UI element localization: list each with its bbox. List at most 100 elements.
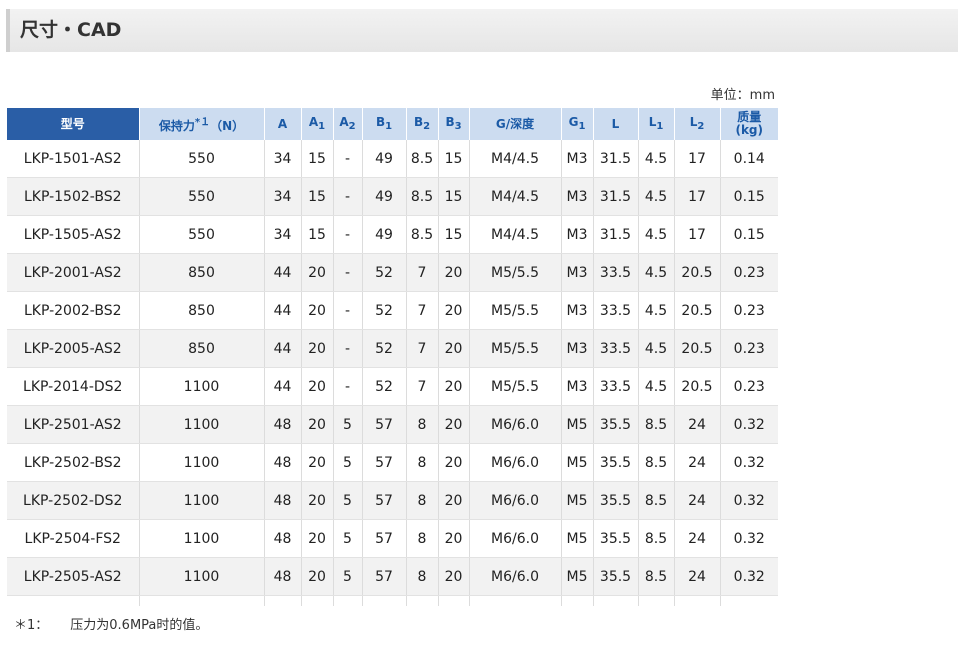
cell-g1: M3: [561, 140, 594, 178]
cell-l2: 20.5: [674, 253, 721, 292]
cell-mass: 0.23: [720, 329, 778, 368]
section-header: 尺寸・CAD: [6, 9, 958, 52]
cell-b1: 57: [362, 519, 407, 558]
cell-l: 35.5: [593, 443, 639, 482]
table-row: LKP-2504-FS2 1100 48 20 5 57 8 20 M6/6.0 M5 35.5 8.…: [7, 519, 778, 558]
cell-b1: 52: [362, 291, 407, 330]
cell-b2: 8: [406, 557, 439, 596]
cell-a1: 20: [301, 519, 334, 558]
cell-model: LKP-2502-DS2: [7, 481, 140, 520]
cell-l1: 4.5: [638, 140, 675, 178]
cell-g1: M5: [561, 519, 594, 558]
cell-holding-force: 1100: [139, 519, 265, 558]
cell-b2: 8.5: [406, 140, 439, 178]
cell-l2: 24: [674, 405, 721, 444]
cell-b1: 52: [362, 253, 407, 292]
cell-a1: 20: [301, 329, 334, 368]
table-row: LKP-1501-AS2 550 34 15-49 8.5 15 M4/4.5 M3 31.5 4…: [7, 140, 778, 178]
cell-a: 48: [264, 519, 302, 558]
cell-b3: 20: [438, 367, 470, 406]
cell-a1: 20: [301, 443, 334, 482]
cell-b2: 8: [406, 481, 439, 520]
cell-b1: 52: [362, 367, 407, 406]
table-row: LKP-2505-AS2 1100 48 20 5 57 8 20 M6/6.0 M5 35.5 8.…: [7, 557, 778, 596]
table-row: LKP-2014-DS2 1100 44 20-52 7 20 M5/5.5 M3 33.5 4.…: [7, 367, 778, 406]
header-l: L: [593, 108, 639, 140]
cell-mass: 0.15: [720, 177, 778, 216]
cell-l1: 4.5: [638, 367, 675, 406]
cell-mass: 0.32: [720, 557, 778, 596]
cell-b2: 8.5: [406, 215, 439, 254]
cell-b2: 8: [406, 519, 439, 558]
cell-b3: 20: [438, 443, 470, 482]
cell-model: LKP-2014-DS2: [7, 367, 140, 406]
cell-l: 33.5: [593, 253, 639, 292]
cell-a2: -: [333, 215, 363, 254]
cell-holding-force: 850: [139, 329, 265, 368]
cell-l1: 4.5: [638, 253, 675, 292]
header-mass: 质量 (kg): [720, 108, 778, 140]
cell-l1: 4.5: [638, 215, 675, 254]
cell-b1: 49: [362, 215, 407, 254]
cell-l2: 24: [674, 443, 721, 482]
header-holding-force: 保持力*１（N）: [139, 108, 265, 140]
table-row: LKP-2005-AS2 850 44 20-52 7 20 M5/5.5 M3 33.5 4.5…: [7, 329, 778, 368]
cell-l2: 24: [674, 557, 721, 596]
cell-holding-force: 850: [139, 253, 265, 292]
cell-g-depth: M5/5.5: [469, 253, 562, 292]
cell-b2: 7: [406, 253, 439, 292]
cell-b1: 52: [362, 329, 407, 368]
cell-g-depth: M6/6.0: [469, 519, 562, 558]
cell-model: LKP-2501-AS2: [7, 405, 140, 444]
cell-g-depth: M5/5.5: [469, 291, 562, 330]
cell-a1: 20: [301, 481, 334, 520]
cell-a2: -: [333, 367, 363, 406]
cell-b2: 8: [406, 443, 439, 482]
cell-a: 48: [264, 405, 302, 444]
table-row: LKP-2001-AS2 850 44 20-52 7 20 M5/5.5 M3 33.5 4.5…: [7, 253, 778, 292]
cell-b2: 7: [406, 329, 439, 368]
header-a: A: [264, 108, 302, 140]
dimension-table-container: 型号 保持力*１（N） A A1 A2 B1 B2 B3 G/深度 G1 L L…: [7, 108, 778, 606]
cell-l: 31.5: [593, 140, 639, 178]
cell-b3: 20: [438, 329, 470, 368]
cell-g1: M5: [561, 443, 594, 482]
cell-a1: 15: [301, 140, 334, 178]
table-row: LKP-2502-BS2 1100 48 20 5 57 8 20 M6/6.0 M5 35.5 8.…: [7, 443, 778, 482]
cell-g-depth: M6/6.0: [469, 481, 562, 520]
cell-b2: 7: [406, 291, 439, 330]
cell-a: 34: [264, 140, 302, 178]
cell-l2: 20.5: [674, 367, 721, 406]
footnote: ＊1： 压力为0.6MPa时的值。: [14, 614, 208, 633]
cell-a: 48: [264, 557, 302, 596]
cell-model: LKP-1502-BS2: [7, 177, 140, 216]
cell-holding-force: 550: [139, 177, 265, 216]
cell-l: 33.5: [593, 367, 639, 406]
cell-b2: 8: [406, 405, 439, 444]
cell-b1: 49: [362, 140, 407, 178]
cell-model: LKP-2505-AS2: [7, 557, 140, 596]
cell-b3: 20: [438, 291, 470, 330]
cell-l1: 8.5: [638, 519, 675, 558]
cell-mass: 0.32: [720, 481, 778, 520]
cell-a1: 20: [301, 405, 334, 444]
cell-a: 44: [264, 329, 302, 368]
cell-mass: 0.23: [720, 367, 778, 406]
cell-a: 48: [264, 481, 302, 520]
cell-model: LKP-2002-BS2: [7, 291, 140, 330]
cell-l: 31.5: [593, 177, 639, 216]
cell-mass: 0.32: [720, 405, 778, 444]
cell-l: 35.5: [593, 405, 639, 444]
cell-model: LKP-1501-AS2: [7, 140, 140, 178]
cell-b3: 15: [438, 177, 470, 216]
cell-g-depth: M5/5.5: [469, 329, 562, 368]
cell-g1: M3: [561, 215, 594, 254]
cell-l1: 8.5: [638, 481, 675, 520]
cell-b3: 20: [438, 253, 470, 292]
cell-a2: 5: [333, 405, 363, 444]
cell-b1: 57: [362, 557, 407, 596]
cell-b3: 20: [438, 405, 470, 444]
dimension-table: 型号 保持力*１（N） A A1 A2 B1 B2 B3 G/深度 G1 L L…: [7, 108, 778, 606]
cell-l1: 4.5: [638, 177, 675, 216]
cell-l: 35.5: [593, 519, 639, 558]
